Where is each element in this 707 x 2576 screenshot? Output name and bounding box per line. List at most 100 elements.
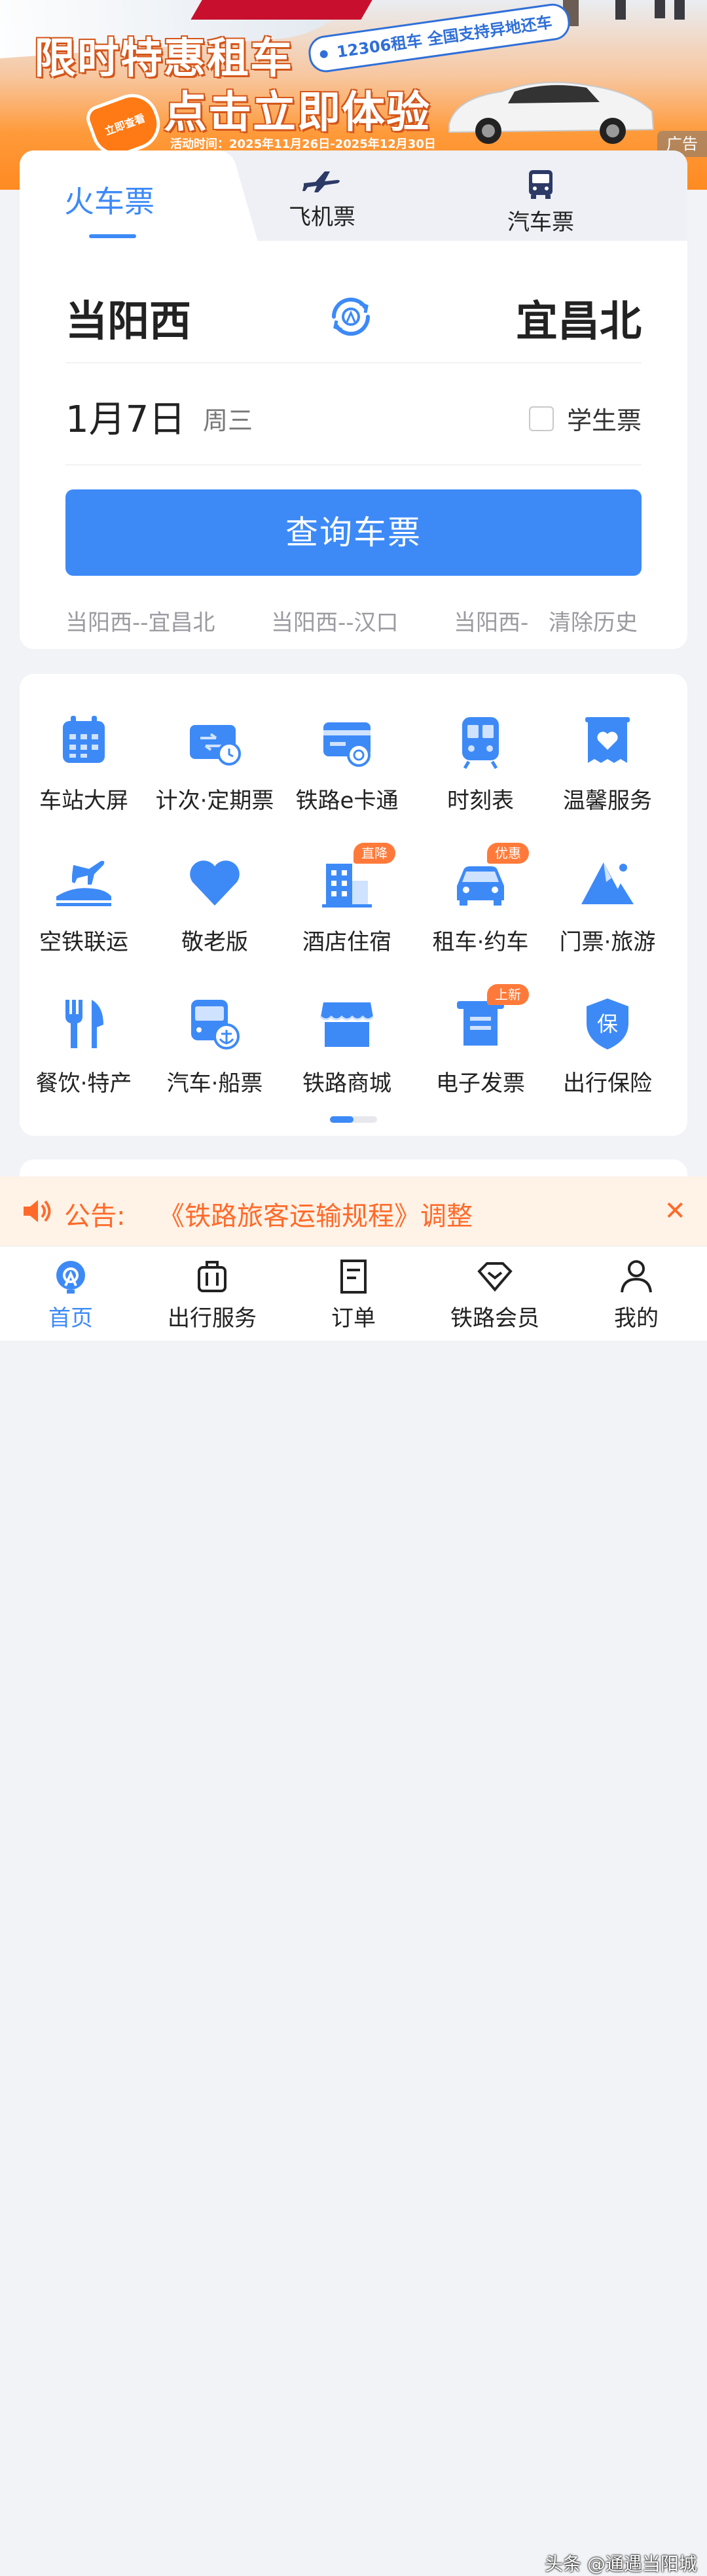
service-rail-mall[interactable]: 铁路商城 xyxy=(280,993,414,1097)
ticket-tabs: 火车票 飞机票 汽车票 xyxy=(20,150,687,242)
service-timetable[interactable]: 时刻表 xyxy=(414,711,547,815)
tab-flight[interactable]: 飞机票 xyxy=(270,169,374,231)
tab-bus[interactable]: 汽车票 xyxy=(488,169,593,236)
service-bus-ferry[interactable]: 汽车·船票 xyxy=(148,993,281,1097)
order-icon xyxy=(340,1260,367,1294)
tab-train[interactable]: 火车票 xyxy=(64,178,154,221)
train-front-icon xyxy=(462,717,499,769)
service-travel-insurance[interactable]: 保 出行保险 xyxy=(541,993,674,1097)
bus-anchor-icon xyxy=(191,1000,240,1050)
svg-text:保: 保 xyxy=(597,1012,618,1036)
nav-label: 铁路会员 xyxy=(450,1305,539,1332)
student-ticket-label: 学生票 xyxy=(566,406,642,435)
airplane-icon xyxy=(302,171,340,192)
nav-label: 出行服务 xyxy=(168,1305,257,1332)
people-image xyxy=(563,0,685,26)
swap-stations-icon[interactable] xyxy=(327,293,374,340)
route-form: 当阳西 宜昌北 1月7日 周三 学生票 查询车票 当阳西--宜昌北 当阳西--汉… xyxy=(20,241,687,648)
service-label: 酒店住宿 xyxy=(302,929,391,955)
travel-date[interactable]: 1月7日 xyxy=(65,390,185,443)
service-station-screen[interactable]: 车站大屏 xyxy=(17,711,151,815)
student-ticket-toggle[interactable]: 学生票 xyxy=(528,400,642,436)
service-warm-service[interactable]: 温馨服务 xyxy=(541,711,674,815)
person-icon xyxy=(621,1260,652,1293)
plane-train-icon xyxy=(56,860,111,906)
service-label: 汽车·船票 xyxy=(166,1070,263,1097)
service-elderly[interactable]: 敬老版 xyxy=(148,852,281,956)
shop-icon xyxy=(319,1002,374,1047)
tab-indicator xyxy=(89,234,136,238)
clear-history-link[interactable]: 清除历史 xyxy=(549,605,638,637)
history-item[interactable]: 当阳西- xyxy=(454,605,528,637)
history-item[interactable]: 当阳西--汉口 xyxy=(271,605,399,637)
tab-flight-label: 飞机票 xyxy=(289,204,355,230)
badge-new: 上新 xyxy=(487,984,529,1005)
arrival-station[interactable]: 宜昌北 xyxy=(516,288,642,348)
heart-box-icon xyxy=(585,717,630,763)
service-label: 铁路e卡通 xyxy=(295,788,399,814)
nav-orders[interactable]: 订单 xyxy=(283,1258,424,1332)
tab-bus-label: 汽车票 xyxy=(507,209,574,236)
banner-subtitle: 点击立即体验 xyxy=(164,87,431,137)
service-food[interactable]: 餐饮·特产 xyxy=(17,993,151,1097)
service-air-rail[interactable]: 空铁联运 xyxy=(17,852,151,956)
search-tickets-button[interactable]: 查询车票 xyxy=(65,489,642,576)
diamond-icon xyxy=(477,1262,513,1292)
history-item[interactable]: 当阳西--宜昌北 xyxy=(65,605,215,637)
service-car-rental[interactable]: 优惠 租车·约车 xyxy=(414,843,547,956)
mountain-icon xyxy=(581,862,634,904)
bus-icon xyxy=(529,170,553,199)
close-icon[interactable]: ✕ xyxy=(664,1196,686,1226)
announcement-text[interactable]: 《铁路旅客运输规程》调整 xyxy=(158,1195,473,1233)
service-label: 租车·约车 xyxy=(432,929,529,955)
service-label: 门票·旅游 xyxy=(559,929,656,955)
heart-icon xyxy=(190,860,240,906)
student-checkbox[interactable] xyxy=(528,406,554,431)
home-rail-icon xyxy=(56,1261,85,1294)
service-label: 空铁联运 xyxy=(39,929,128,955)
service-label: 电子发票 xyxy=(436,1070,525,1097)
page-indicator xyxy=(330,1116,377,1123)
nav-label: 首页 xyxy=(48,1305,93,1332)
announcement-label: 公告: xyxy=(64,1201,126,1231)
banner-activity-time: 活动时间：2025年11月26日-2025年12月30日 xyxy=(170,137,436,151)
badge-price-drop: 直降 xyxy=(354,843,395,864)
badge-discount: 优惠 xyxy=(487,843,529,864)
nav-label: 订单 xyxy=(331,1305,376,1332)
luggage-icon xyxy=(198,1261,227,1292)
service-tickets-tourism[interactable]: 门票·旅游 xyxy=(541,852,674,956)
car-image xyxy=(448,81,655,144)
departure-station[interactable]: 当阳西 xyxy=(65,288,191,348)
service-label: 出行保险 xyxy=(563,1070,652,1097)
service-label: 温馨服务 xyxy=(563,788,652,814)
banner-title: 限时特惠租车 xyxy=(34,35,293,83)
service-label: 车站大屏 xyxy=(39,788,128,814)
calendar-icon xyxy=(63,716,105,763)
nav-membership[interactable]: 铁路会员 xyxy=(424,1258,566,1332)
ticket-clock-icon xyxy=(190,725,241,766)
ticket-search-card: 火车票 飞机票 汽车票 当阳西 宜昌北 1月7日 周三 学生票 查询车票 当阳西… xyxy=(20,150,687,649)
watermark: 头条 @通遇当阳城 xyxy=(545,2553,697,2575)
service-periodic-ticket[interactable]: 计次·定期票 xyxy=(148,711,281,815)
announcement-bar[interactable]: 公告: 《铁路旅客运输规程》调整 ✕ xyxy=(0,1176,707,1246)
insurance-shield-icon: 保 xyxy=(587,998,628,1050)
travel-weekday: 周三 xyxy=(203,406,253,435)
services-grid: 车站大屏 计次·定期票 铁路e卡通 时刻表 温馨服务 空铁联运 敬老版 直降 酒… xyxy=(20,674,687,1136)
fork-knife-icon xyxy=(65,1000,103,1048)
bottom-nav: 首页 出行服务 订单 铁路会员 我的 头条 @通遇当阳城 xyxy=(0,1246,707,2575)
service-rail-ecard[interactable]: 铁路e卡通 xyxy=(280,711,414,815)
service-hotel[interactable]: 直降 酒店住宿 xyxy=(280,843,414,956)
divider xyxy=(65,362,642,363)
service-label: 计次·定期票 xyxy=(155,788,274,814)
nav-home[interactable]: 首页 xyxy=(0,1258,141,1332)
speaker-icon xyxy=(24,1200,51,1222)
rail-card-icon xyxy=(323,722,371,767)
service-label: 敬老版 xyxy=(181,929,248,955)
train-stripe xyxy=(190,0,372,20)
nav-travel-services[interactable]: 出行服务 xyxy=(141,1258,283,1332)
service-e-invoice[interactable]: 上新 电子发票 xyxy=(414,984,547,1097)
nav-profile[interactable]: 我的 xyxy=(566,1258,707,1332)
service-label: 餐饮·特产 xyxy=(35,1070,132,1097)
service-label: 铁路商城 xyxy=(302,1070,391,1097)
nav-label: 我的 xyxy=(614,1305,659,1332)
